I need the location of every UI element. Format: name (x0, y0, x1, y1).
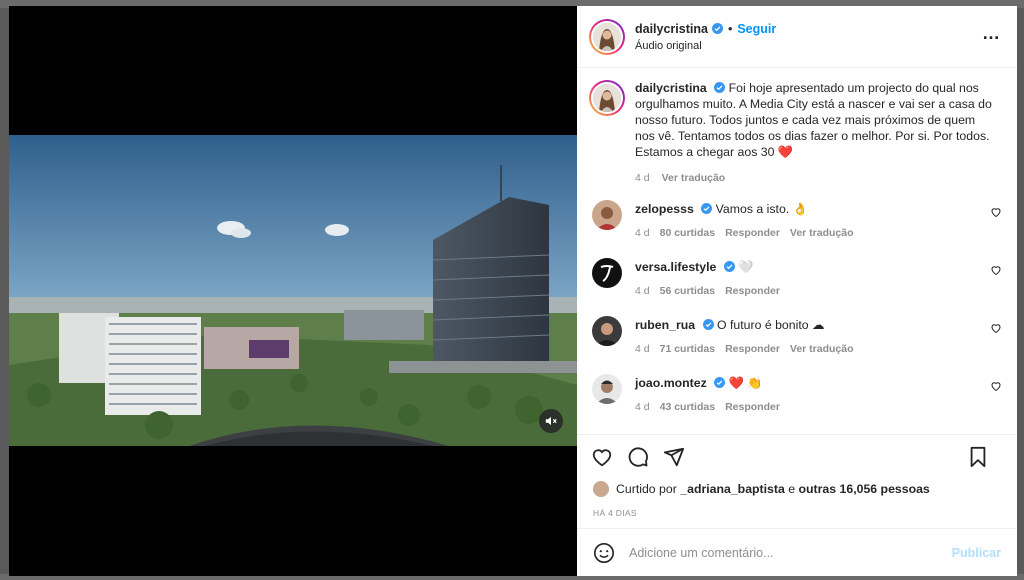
person-photo-icon (592, 374, 622, 404)
comment-item: zelopesss Vamos a isto. 👌 4 d 80 curtida… (589, 200, 1005, 258)
commenter-avatar[interactable] (592, 374, 622, 404)
add-comment-bar: Publicar (577, 528, 1017, 576)
verified-badge-icon (714, 82, 726, 93)
commenter-username[interactable]: versa.lifestyle (635, 260, 716, 274)
likes-summary: Curtido por _adriana_baptista e outras 1… (577, 478, 1017, 500)
person-photo-icon (592, 316, 622, 346)
liker-username[interactable]: _adriana_baptista (680, 482, 785, 496)
verified-badge-icon (711, 23, 723, 34)
reply-link[interactable]: Responder (725, 341, 780, 357)
commenter-avatar[interactable] (592, 316, 622, 346)
comment-text: Vamos a isto. 👌 (715, 202, 808, 216)
post-caption: dailycristina Foi hoje apresentado um pr… (589, 80, 1005, 186)
comment-likes-count[interactable]: 43 curtidas (660, 399, 715, 415)
comment-age: 4 d (635, 285, 650, 297)
like-comment-heart-icon[interactable] (990, 380, 1002, 392)
publish-button[interactable]: Publicar (952, 546, 1001, 560)
commenter-username[interactable]: zelopesss (635, 202, 694, 216)
comment-text: 🤍 (738, 260, 754, 274)
commenter-username[interactable]: joao.montez (635, 376, 707, 390)
verified-badge-icon (723, 261, 735, 272)
video-frame-image (9, 135, 577, 446)
liker-avatar[interactable] (593, 481, 609, 497)
post-actions-bar (577, 434, 1017, 478)
person-photo-icon (592, 200, 622, 230)
audio-label[interactable]: Áudio original (635, 40, 776, 52)
see-translation-link[interactable]: Ver tradução (790, 225, 854, 241)
reply-link[interactable]: Responder (725, 283, 780, 299)
comment-likes-count[interactable]: 56 curtidas (660, 283, 715, 299)
commenter-username[interactable]: ruben_rua (635, 318, 695, 332)
comment-text: ❤️ 👏 (728, 376, 763, 390)
post-modal: dailycristina • Seguir Áudio original … (9, 6, 1017, 576)
media-pane (9, 6, 577, 576)
comment-item: versa.lifestyle 🤍 4 d 56 curtidas Respon… (589, 258, 1005, 316)
post-timestamp[interactable]: HÁ 4 DIAS (577, 500, 1017, 528)
see-translation-link[interactable]: Ver tradução (662, 170, 726, 186)
versa-logo-icon (592, 258, 622, 288)
comment-age: 4 d (635, 343, 650, 355)
comment-likes-count[interactable]: 80 curtidas (660, 225, 715, 241)
comment-age: 4 d (635, 401, 650, 413)
caption-username[interactable]: dailycristina (635, 81, 707, 95)
caption-age: 4 d (635, 172, 650, 184)
caption-author-avatar[interactable] (589, 80, 625, 116)
more-options-icon[interactable]: … (982, 24, 1001, 42)
author-avatar[interactable] (589, 18, 625, 55)
person-photo-icon (593, 84, 621, 112)
see-translation-link[interactable]: Ver tradução (790, 341, 854, 357)
comment-item: joao.montez ❤️ 👏 4 d 43 curtidas Respond… (589, 374, 1005, 432)
likes-others-link[interactable]: outras 16,056 pessoas (799, 482, 930, 496)
commenter-avatar[interactable] (592, 200, 622, 230)
post-side-panel: dailycristina • Seguir Áudio original … (577, 6, 1017, 576)
commenter-avatar[interactable] (592, 258, 622, 288)
comment-text: O futuro é bonito ☁ (716, 318, 825, 332)
reply-link[interactable]: Responder (725, 399, 780, 415)
comment-likes-count[interactable]: 71 curtidas (660, 341, 715, 357)
heart-emoji: ❤️ (777, 145, 794, 159)
like-comment-heart-icon[interactable] (990, 322, 1002, 334)
like-heart-icon[interactable] (591, 446, 613, 468)
comment-age: 4 d (635, 227, 650, 239)
reply-link[interactable]: Responder (725, 225, 780, 241)
comments-list[interactable]: dailycristina Foi hoje apresentado um pr… (577, 68, 1017, 434)
comment-bubble-icon[interactable] (627, 446, 649, 468)
post-video[interactable] (9, 135, 577, 446)
verified-badge-icon (714, 377, 726, 388)
comment-input[interactable] (629, 545, 929, 560)
verified-badge-icon (702, 319, 714, 330)
verified-badge-icon (701, 203, 713, 214)
comment-item: ruben_rua O futuro é bonito ☁ 4 d 71 cur… (589, 316, 1005, 374)
bookmark-icon[interactable] (967, 446, 989, 468)
mute-toggle-button[interactable] (539, 409, 563, 433)
liked-by-connector: e (788, 482, 796, 496)
post-header: dailycristina • Seguir Áudio original … (577, 6, 1017, 68)
like-comment-heart-icon[interactable] (990, 264, 1002, 276)
separator-dot: • (727, 21, 733, 36)
author-username[interactable]: dailycristina (635, 22, 708, 36)
follow-button[interactable]: Seguir (737, 22, 776, 36)
speaker-muted-icon (545, 416, 557, 426)
share-send-icon[interactable] (663, 446, 685, 468)
emoji-icon[interactable] (593, 542, 615, 564)
person-photo-icon (593, 22, 621, 51)
like-comment-heart-icon[interactable] (990, 206, 1002, 218)
liked-by-prefix: Curtido por (616, 482, 677, 496)
